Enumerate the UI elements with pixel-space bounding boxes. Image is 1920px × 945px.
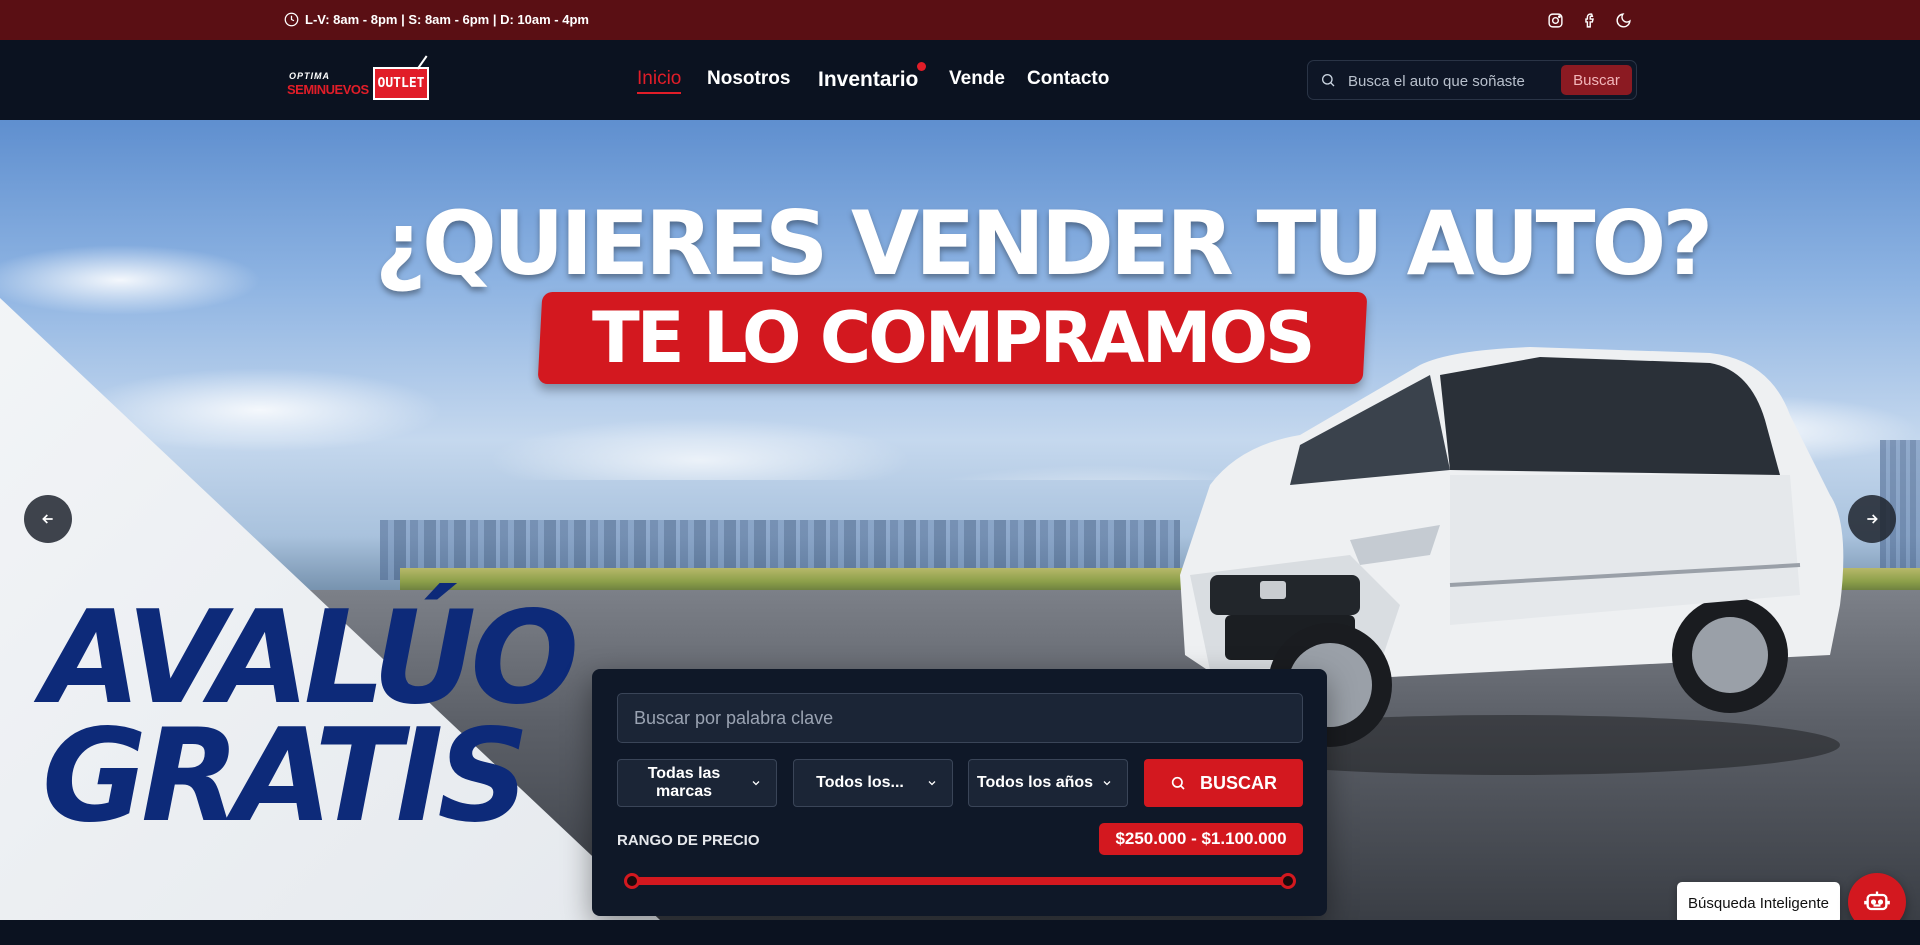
carousel-next-button[interactable] bbox=[1848, 495, 1896, 543]
model-select-value: Todos los... bbox=[816, 774, 904, 791]
vehicle-search-panel: Todas las marcas Todos los... Todos los … bbox=[592, 669, 1327, 916]
social-links bbox=[1545, 10, 1633, 30]
nav-item-inventario[interactable]: Inventario bbox=[818, 68, 918, 92]
top-bar: L-V: 8am - 8pm | S: 8am - 6pm | D: 10am … bbox=[0, 0, 1920, 40]
hero-headline: ¿QUIERES VENDER TU AUTO? bbox=[375, 192, 1713, 295]
chevron-down-icon bbox=[1103, 781, 1111, 786]
inventario-badge-dot bbox=[917, 62, 926, 71]
header-search-button[interactable]: Buscar bbox=[1561, 65, 1632, 95]
carousel-prev-button[interactable] bbox=[24, 495, 72, 543]
search-icon bbox=[1171, 776, 1185, 790]
logo-optima: OPTIMA bbox=[289, 71, 330, 81]
nav-item-inicio[interactable]: Inicio bbox=[637, 68, 682, 94]
facebook-icon[interactable] bbox=[1579, 10, 1599, 30]
logo-seminuevos: SEMINUEVOS bbox=[287, 82, 369, 97]
site-logo[interactable]: OPTIMA SEMINUEVOS OUTLET bbox=[285, 55, 438, 102]
search-submit-label: BUSCAR bbox=[1199, 772, 1277, 793]
brand-select[interactable]: Todas las marcas bbox=[617, 759, 777, 807]
nav-item-contacto[interactable]: Contacto bbox=[1027, 68, 1109, 90]
chevron-down-icon bbox=[752, 781, 760, 786]
page-bottom-strip bbox=[0, 920, 1920, 945]
price-max-handle[interactable] bbox=[1280, 873, 1296, 889]
promo-text: AVALÚO GRATIS bbox=[42, 584, 579, 851]
price-range-track[interactable] bbox=[632, 877, 1288, 885]
smart-search-tooltip[interactable]: Búsqueda Inteligente bbox=[1677, 882, 1840, 924]
price-min-handle[interactable] bbox=[624, 873, 640, 889]
search-submit-button[interactable]: BUSCAR bbox=[1144, 759, 1303, 807]
price-range-value: $250.000 - $1.100.000 bbox=[1099, 823, 1303, 855]
price-range-label: RANGO DE PRECIO bbox=[617, 832, 760, 849]
nav-item-nosotros[interactable]: Nosotros bbox=[707, 68, 790, 90]
arrow-left-icon bbox=[42, 514, 53, 524]
header-search-input[interactable] bbox=[1348, 69, 1558, 93]
instagram-icon[interactable] bbox=[1545, 10, 1565, 30]
model-select[interactable]: Todos los... bbox=[793, 759, 953, 807]
promo-line-2: GRATIS bbox=[42, 702, 530, 851]
arrow-right-icon bbox=[1867, 514, 1878, 524]
chatbot-icon bbox=[1864, 891, 1890, 911]
promo-line-1: AVALÚO bbox=[42, 584, 579, 733]
header-search: Buscar bbox=[1307, 60, 1637, 100]
hours-text: L-V: 8am - 8pm | S: 8am - 6pm | D: 10am … bbox=[305, 12, 589, 27]
moon-icon[interactable] bbox=[1613, 10, 1633, 30]
clock-icon bbox=[284, 12, 299, 27]
nav-item-vende[interactable]: Vende bbox=[949, 68, 1005, 90]
brand-select-value: Todas las marcas bbox=[647, 765, 721, 800]
main-nav: OPTIMA SEMINUEVOS OUTLET Inicio Nosotros… bbox=[0, 40, 1920, 120]
chevron-down-icon bbox=[928, 781, 936, 786]
year-select[interactable]: Todos los años bbox=[968, 759, 1128, 807]
year-select-value: Todos los años bbox=[976, 774, 1094, 791]
keyword-search-input[interactable] bbox=[617, 693, 1303, 743]
search-icon bbox=[1322, 74, 1335, 87]
business-hours: L-V: 8am - 8pm | S: 8am - 6pm | D: 10am … bbox=[284, 12, 589, 27]
